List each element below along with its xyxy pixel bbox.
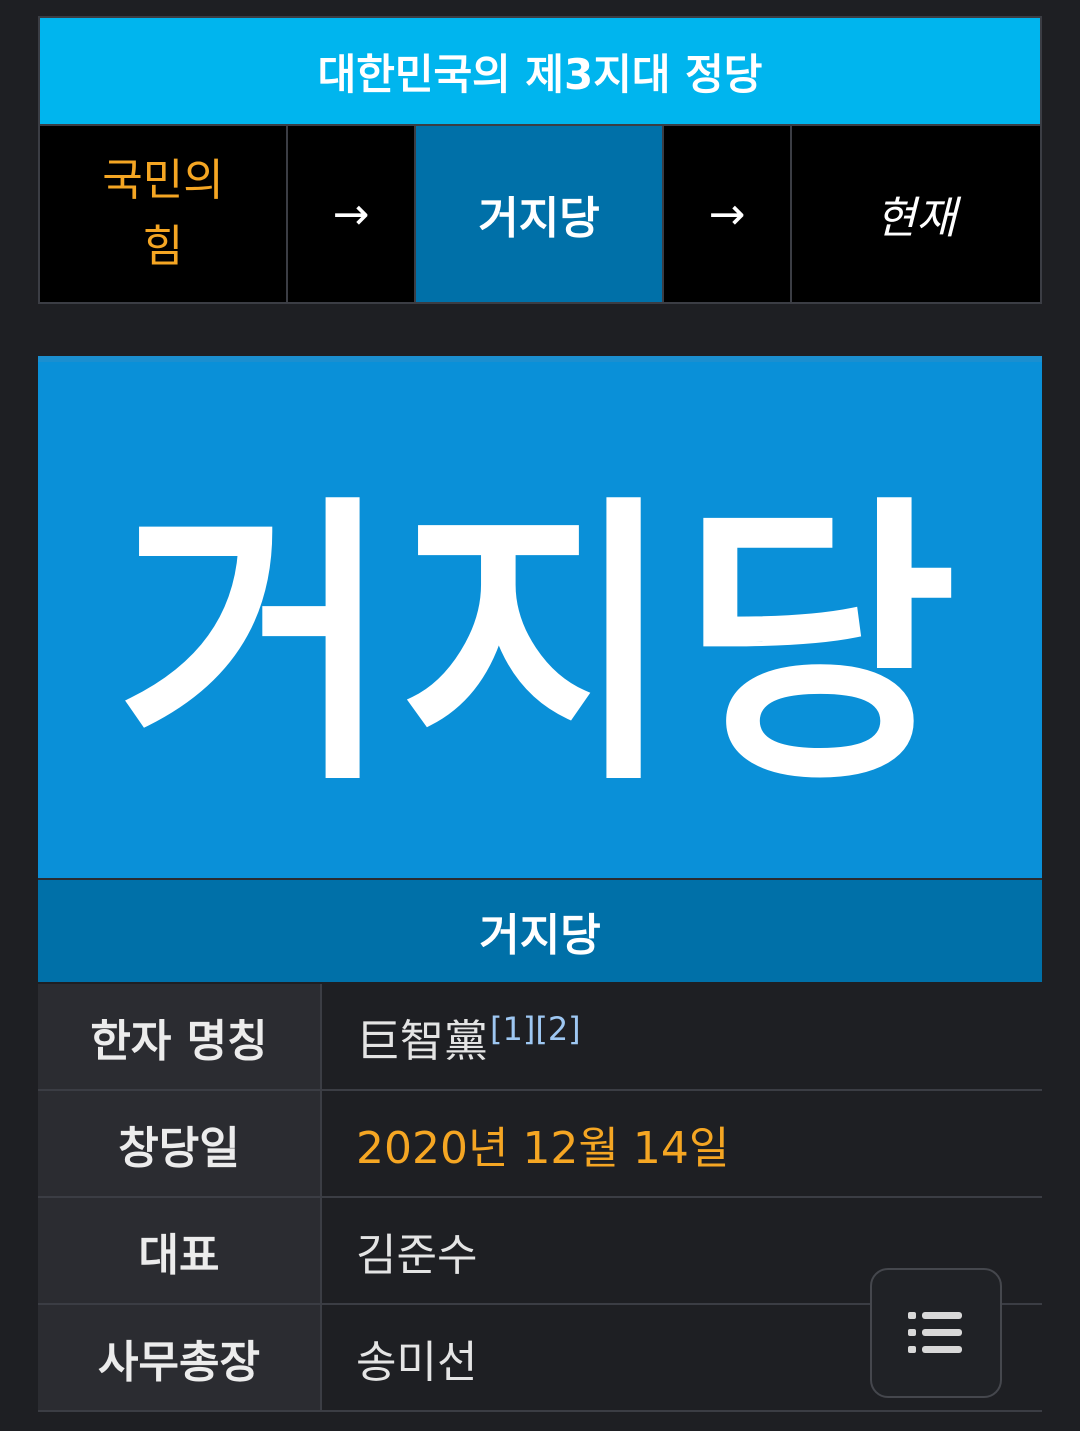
row-label: 창당일 — [38, 1091, 322, 1196]
table-row: 한자 명칭 巨智黨 [1][2] — [38, 984, 1042, 1091]
party-succession-navbox: 대한민국의 제3지대 정당 국민의 힘 → 거지당 → 현재 — [38, 16, 1042, 304]
arrow-right-icon: → — [288, 126, 416, 302]
arrow-right-icon: → — [664, 126, 792, 302]
logo-wordmark: 거지당 — [117, 472, 963, 821]
row-label: 한자 명칭 — [38, 984, 322, 1089]
row-label: 사무총장 — [38, 1305, 322, 1410]
previous-party-link[interactable]: 국민의 힘 — [40, 126, 288, 302]
founding-date-link[interactable]: 2020년 12월 14일 — [322, 1091, 1042, 1196]
party-name-header: 거지당 — [38, 878, 1042, 982]
list-icon — [908, 1312, 962, 1353]
party-logo-image: 거지당 — [38, 356, 1042, 878]
row-value: 巨智黨 [1][2] — [322, 984, 1042, 1089]
navbox-title: 대한민국의 제3지대 정당 — [40, 18, 1040, 126]
table-of-contents-button[interactable] — [870, 1268, 1002, 1398]
hanja-name: 巨智黨 — [356, 1015, 488, 1067]
previous-party-label: 국민의 힘 — [102, 155, 224, 272]
footnote-links[interactable]: [1][2] — [490, 1010, 581, 1048]
succession-row: 국민의 힘 → 거지당 → 현재 — [40, 126, 1040, 302]
table-row: 창당일 2020년 12월 14일 — [38, 1091, 1042, 1198]
current-party: 거지당 — [416, 126, 664, 302]
row-label: 대표 — [38, 1198, 322, 1303]
next-party: 현재 — [875, 193, 957, 244]
